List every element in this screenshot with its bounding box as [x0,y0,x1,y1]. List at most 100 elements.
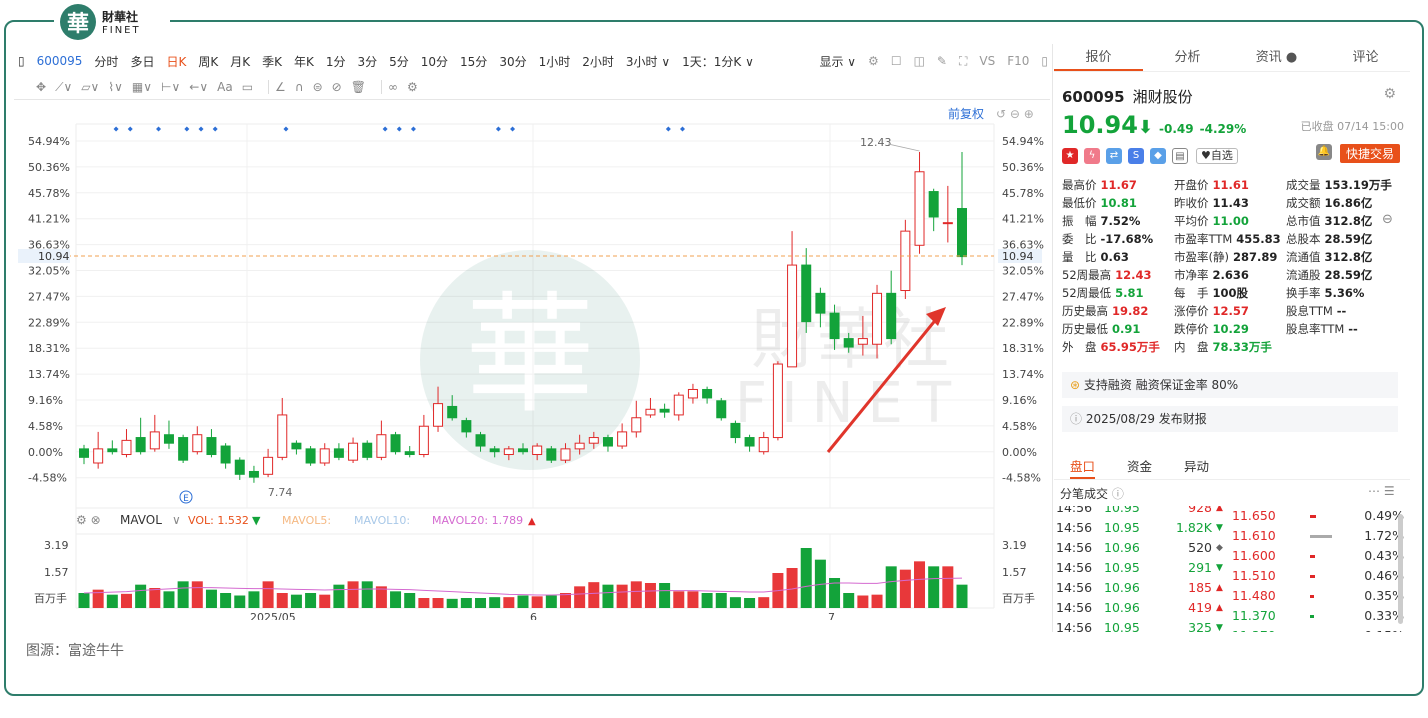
pen-icon[interactable]: ✎ [937,54,947,68]
period-4[interactable]: 月K [230,55,250,69]
lightning-icon[interactable]: ϟ [1084,148,1100,164]
period-7[interactable]: 1分 [326,55,346,69]
camera-icon[interactable]: ◫ [914,54,925,68]
tick-price: 10.95 [1104,506,1140,515]
volume-bar [843,593,855,608]
settings2-icon[interactable]: ⚙ [407,80,418,94]
y-label-left: 50.36% [28,161,70,174]
trash-icon[interactable]: 🗑 [351,80,366,94]
stat-value: 0.91 [1112,322,1141,336]
tick-price: 10.95 [1104,560,1140,575]
move-icon[interactable]: ✥ [36,80,46,94]
y-label-left: 27.47% [28,290,70,303]
quote-settings-icon[interactable]: ⚙ [1383,86,1396,102]
quote-tab-2[interactable]: 资讯 ● [1232,44,1321,71]
period-16[interactable]: 1天：1分K ∨ [682,55,754,69]
layout-icon[interactable]: ▯ [18,54,25,68]
panel-icon[interactable]: ▯ [1041,54,1048,68]
settings-icon[interactable]: ⚙ [868,54,879,68]
display-menu[interactable]: 显示 ∨ [819,53,856,70]
period-3[interactable]: 周K [198,55,218,69]
period-13[interactable]: 1小时 [539,55,571,69]
f10-button[interactable]: F10 [1007,54,1029,68]
subtab-0[interactable]: 盘口 [1070,454,1096,479]
ruler-icon[interactable]: ∠ [275,80,286,94]
current-price-right: 10.94 [1002,250,1034,263]
cn-flag-icon[interactable]: ★ [1062,148,1078,164]
subtab-2[interactable]: 异动 [1184,454,1209,479]
line-tool-icon[interactable]: ⟋∨ [55,80,72,95]
stock-code[interactable]: 600095 [37,54,83,68]
alert-icon[interactable]: 🔔 [1316,144,1332,160]
period-2[interactable]: 日K [166,55,186,69]
mavol-label[interactable]: MAVOL [120,513,162,527]
candle-body [758,437,769,453]
volume-bar [106,594,118,608]
candle-body [447,405,458,419]
candle-body [404,451,415,456]
magnet-icon[interactable]: ∩ [295,80,304,94]
dist-bar [1310,566,1358,586]
stat-21: 历史最高 19.82 [1062,302,1174,320]
quote-tab-0[interactable]: 报价 [1054,44,1143,71]
scrollbar[interactable] [1398,514,1403,624]
vs-button[interactable]: VS [979,54,995,68]
subtab-1[interactable]: 资金 [1127,454,1152,479]
dist-price: 11.510 [1232,568,1276,583]
channel-tool-icon[interactable]: ▱∨ [81,80,99,94]
tick-list[interactable]: 14:56 10.95 928 ▲ 14:56 10.95 1.82K ▼ 14:56 10.96… [1056,506,1226,632]
period-11[interactable]: 15分 [460,55,487,69]
period-5[interactable]: 季K [262,55,282,69]
link-icon[interactable]: ∞ [388,80,398,94]
candle-body [617,431,628,447]
volume-bar [956,584,968,608]
arrow-tool-icon[interactable]: ←∨ [189,80,208,94]
report-info[interactable]: ⓘ 2025/08/29 发布财报 [1062,406,1398,432]
period-9[interactable]: 5分 [389,55,409,69]
watchlist-button[interactable]: ♥自选 [1196,148,1238,164]
tick-time: 14:56 [1056,600,1093,615]
dist-price: 11.650 [1232,508,1276,523]
fullscreen-icon[interactable]: ⛶ [959,54,967,69]
wave-tool-icon[interactable]: ⌇∨ [108,80,123,94]
text-tool-icon[interactable]: Aa [217,80,233,94]
ticks-more-icon[interactable]: ⋯ ☰ [1368,484,1395,498]
period-1[interactable]: 多日 [130,55,154,69]
volume-settings-icon[interactable]: ⚙ ⊗ [76,513,101,527]
candle-body [857,338,868,345]
quote-tab-3[interactable]: 评论 [1321,44,1410,71]
stat-label: 换手率 [1286,286,1321,300]
hide-icon[interactable]: ⊘ [332,80,342,94]
period-14[interactable]: 2小时 [582,55,614,69]
vol-label-right: 3.19 [1002,539,1027,552]
svg-text:∨[interactable]: ∨ [172,513,181,527]
chart-controls-icon[interactable]: ↺ ⊖ ⊕ [996,107,1034,121]
fq-button[interactable]: 前复权 [948,106,984,121]
fib-tool-icon[interactable]: ▦∨ [132,80,152,94]
price-distribution[interactable]: 11.650 0.49% 11.610 1.72% 11.600 0.43% 11.510 0… [1232,506,1410,632]
period-8[interactable]: 3分 [357,55,377,69]
book-icon[interactable]: ▤ [1172,148,1188,164]
square-icon[interactable]: ☐ [891,54,902,68]
period-6[interactable]: 年K [294,55,314,69]
margin-icon[interactable]: S [1128,148,1144,164]
kline-chart[interactable]: 華 財華社 FINET 前复权 ↺ ⊖ ⊕ 54.94% 50.36% 45.78%… [0,100,1050,620]
vol-value: VOL: 1.532 [188,514,249,527]
candle-body [801,264,812,323]
eye-icon[interactable]: ⊜ [313,80,323,94]
note-tool-icon[interactable]: ▭ [242,80,253,94]
period-10[interactable]: 10分 [421,55,448,69]
connect-icon[interactable]: ⇄ [1106,148,1122,164]
more-icon[interactable]: ⊖ [1382,212,1393,227]
tag-icon[interactable]: ◆ [1150,148,1166,164]
measure-tool-icon[interactable]: ⊢∨ [161,80,180,94]
help-icon[interactable]: ⓘ [1112,487,1124,501]
margin-info[interactable]: ⊛ 支持融资 融资保证金率 80% [1062,372,1398,398]
quick-trade-button[interactable]: 快捷交易 [1339,144,1400,163]
period-12[interactable]: 30分 [499,55,526,69]
quote-tab-1[interactable]: 分析 [1143,44,1232,71]
volume-bar [729,597,741,608]
period-15[interactable]: 3小时 ∨ [626,55,670,69]
volume-bar [602,584,614,608]
period-0[interactable]: 分时 [94,55,118,69]
